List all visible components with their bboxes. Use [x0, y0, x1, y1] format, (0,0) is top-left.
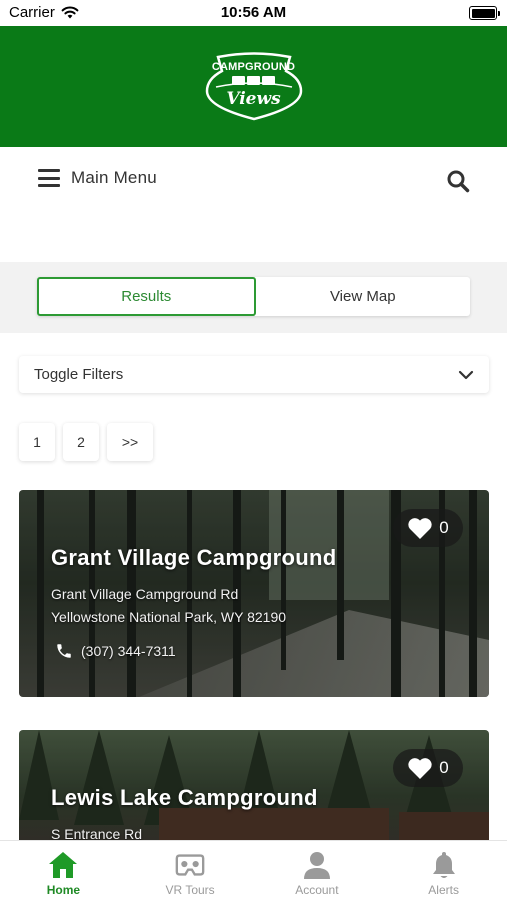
hamburger-icon — [38, 169, 60, 187]
page-button-2[interactable]: 2 — [63, 423, 99, 461]
campground-phone-link[interactable]: (307) 344-7311 — [55, 642, 176, 660]
status-bar: Carrier 10:56 AM — [0, 0, 507, 26]
campground-views-logo: CAMPGROUND Views — [202, 51, 306, 123]
favorite-button[interactable]: 0 — [393, 749, 463, 787]
tab-alerts[interactable]: Alerts — [380, 841, 507, 900]
chevron-down-icon — [458, 370, 474, 379]
favorite-count: 0 — [439, 758, 449, 777]
tab-home-label: Home — [46, 883, 81, 897]
main-menu-button[interactable]: Main Menu — [38, 168, 157, 188]
logo-top-text: CAMPGROUND — [211, 60, 296, 73]
app-header: CAMPGROUND Views — [0, 26, 507, 147]
status-time: 10:56 AM — [220, 4, 287, 21]
logo-bottom-text: Views — [226, 88, 281, 109]
account-icon — [303, 852, 330, 879]
home-icon — [49, 852, 78, 878]
tab-view-map[interactable]: View Map — [256, 277, 471, 316]
view-toggle: Results View Map — [37, 277, 470, 316]
phone-icon — [57, 644, 71, 658]
view-toggle-area: Results View Map — [0, 262, 507, 333]
main-menu-label: Main Menu — [71, 168, 157, 187]
campground-name: Grant Village Campground — [51, 545, 337, 570]
tab-results[interactable]: Results — [37, 277, 256, 316]
page-button-1[interactable]: 1 — [19, 423, 55, 461]
campground-card[interactable]: 0 Grant Village Campground Grant Village… — [19, 490, 489, 697]
heart-icon — [408, 517, 432, 539]
tab-home[interactable]: Home — [0, 841, 127, 900]
campground-card[interactable]: 0 Lewis Lake Campground S Entrance Rd — [19, 730, 489, 850]
nav-row: Main Menu — [0, 147, 507, 262]
toggle-filters-label: Toggle Filters — [34, 366, 124, 383]
next-page-button[interactable]: >> — [107, 423, 153, 461]
vr-headset-icon — [175, 854, 205, 876]
toggle-filters-button[interactable]: Toggle Filters — [19, 356, 489, 393]
campground-address-line1: Grant Village Campground Rd — [51, 586, 239, 602]
heart-icon — [408, 757, 432, 779]
search-icon[interactable] — [446, 169, 470, 193]
favorite-count: 0 — [439, 518, 449, 537]
bottom-tab-bar: Home VR Tours Account Alerts — [0, 840, 507, 900]
tab-alerts-label: Alerts — [428, 883, 459, 897]
campground-phone: (307) 344-7311 — [81, 643, 176, 659]
bell-icon — [432, 852, 455, 878]
campground-address-line2: Yellowstone National Park, WY 82190 — [51, 609, 287, 625]
pagination: 1 2 >> — [19, 423, 153, 461]
tab-vr-tours-label: VR Tours — [165, 883, 215, 897]
tab-account-label: Account — [295, 883, 339, 897]
battery-icon — [469, 6, 500, 20]
favorite-button[interactable]: 0 — [393, 509, 463, 547]
campground-name: Lewis Lake Campground — [51, 785, 318, 810]
tab-account[interactable]: Account — [254, 841, 381, 900]
logo-pictograms — [231, 75, 275, 85]
tab-vr-tours[interactable]: VR Tours — [127, 841, 254, 900]
